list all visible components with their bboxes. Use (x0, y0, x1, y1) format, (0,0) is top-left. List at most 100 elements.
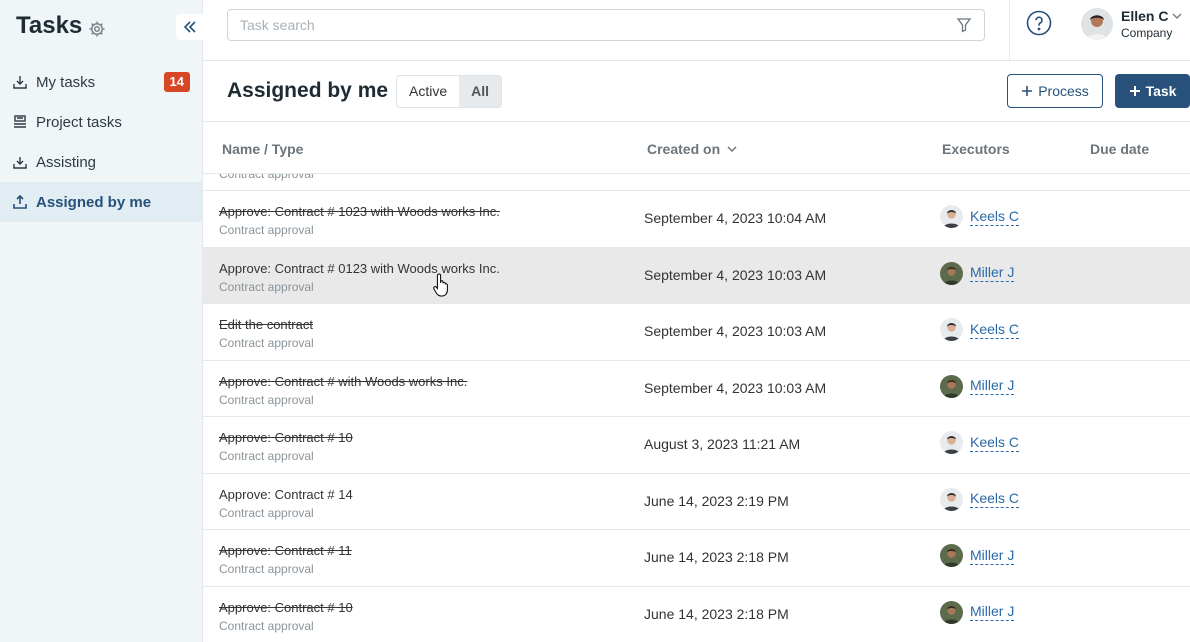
user-menu[interactable]: Ellen C Company (1081, 8, 1183, 40)
process-label: Process (1038, 83, 1089, 99)
executor: Miller J (940, 374, 1015, 398)
avatar (940, 374, 963, 398)
filter-icon[interactable] (956, 17, 972, 33)
table-row[interactable]: Approve: Contract # with Woods works Inc… (203, 361, 1190, 417)
executor: Keels C (940, 431, 1020, 454)
row-container: Approve: Contract # 1023 with Woods work… (203, 191, 1190, 642)
executor: Miller J (940, 600, 1015, 624)
created-on: June 14, 2023 2:18 PM (644, 549, 789, 565)
task-name[interactable]: Approve: Contract # 10 (219, 430, 353, 445)
task-name[interactable]: Edit the contract (219, 317, 313, 332)
page-title: Assigned by me (227, 79, 389, 102)
task-type: Contract approval (219, 392, 314, 407)
created-on: June 14, 2023 2:19 PM (644, 492, 789, 509)
executor: Keels C (940, 487, 1020, 511)
column-created-on[interactable]: Created on (647, 141, 738, 157)
column-label: Executors (942, 141, 1010, 157)
table-row[interactable]: Approve: Contract # 1023 with Woods work… (203, 191, 1190, 248)
executor-link[interactable]: Keels C (970, 490, 1020, 508)
task-type: Contract approval (219, 505, 314, 520)
sort-chevron-down-icon (727, 146, 737, 153)
sidebar-item-assisting[interactable]: Assisting (0, 142, 203, 182)
filter-active[interactable]: Active (397, 76, 459, 107)
created-on: September 4, 2023 10:03 AM (644, 379, 827, 396)
column-label: Due date (1090, 141, 1150, 157)
executor-link[interactable]: Miller J (970, 547, 1015, 565)
executor-link[interactable]: Miller J (970, 264, 1015, 282)
task-type: Contract approval (219, 562, 314, 576)
avatar (940, 261, 963, 285)
table-row-partial[interactable]: Contract approval (203, 174, 1190, 191)
chevron-down-icon (1173, 13, 1182, 19)
top-bar: Ellen C Company (203, 0, 1190, 61)
executor-link[interactable]: Miller J (970, 377, 1015, 395)
table-row[interactable]: Approve: Contract # 11 Contract approval J… (203, 530, 1190, 587)
column-due-date[interactable]: Due date (1090, 141, 1149, 157)
inbox-download-icon (12, 154, 28, 170)
app-title: Tasks (16, 12, 83, 39)
count-badge: 14 (163, 72, 190, 92)
task-name[interactable]: Approve: Contract # 0123 with Woods work… (219, 261, 500, 276)
column-label: Name / Type (222, 141, 304, 157)
collapse-sidebar-button[interactable] (176, 14, 203, 40)
gear-icon[interactable] (88, 17, 106, 37)
add-process-button[interactable]: Process (1007, 74, 1103, 108)
executor-link[interactable]: Keels C (970, 321, 1020, 339)
task-name[interactable]: Approve: Contract # with Woods works Inc… (219, 374, 467, 389)
table-row[interactable]: Approve: Contract # 10 Contract approval A… (203, 417, 1190, 474)
sidebar-item-assigned-by-me[interactable]: Assigned by me (0, 182, 203, 222)
avatar (940, 318, 963, 341)
avatar (940, 600, 963, 624)
project-stack-icon (12, 114, 28, 130)
table-header: Name / Type Created on Executors Due dat… (203, 122, 1190, 174)
avatar (1081, 8, 1113, 40)
task-type: Contract approval (219, 618, 314, 633)
executor: Keels C (940, 205, 1020, 228)
created-on: September 4, 2023 10:04 AM (644, 210, 827, 226)
executor-link[interactable]: Miller J (970, 603, 1015, 621)
task-name[interactable]: Approve: Contract # 14 (219, 487, 353, 502)
created-on: September 4, 2023 10:03 AM (644, 266, 827, 283)
table-row[interactable]: Edit the contract Contract approval Septem… (203, 304, 1190, 361)
plus-icon (1022, 86, 1033, 96)
table-body: Contract approval Approve: Contract # 10… (203, 174, 1190, 642)
task-type: Contract approval (219, 279, 314, 294)
add-task-button[interactable]: Task (1115, 74, 1190, 108)
sidebar-item-label: My tasks (36, 73, 96, 91)
user-name-row: Ellen C (1121, 8, 1183, 24)
task-name[interactable]: Approve: Contract # 1023 with Woods work… (219, 204, 500, 219)
hand-cursor-icon (433, 273, 448, 297)
sidebar-item-my-tasks[interactable]: My tasks 14 (0, 62, 203, 102)
task-name[interactable]: Approve: Contract # 10 (219, 600, 353, 615)
created-on: June 14, 2023 2:18 PM (644, 605, 789, 622)
sidebar-item-label: Assigned by me (36, 193, 152, 211)
sidebar: Tasks My tasks 14 Project tasks Assistin… (0, 0, 203, 642)
column-label: Created on (647, 141, 721, 157)
filter-all[interactable]: All (459, 76, 502, 107)
column-executors[interactable]: Executors (942, 141, 1010, 157)
avatar (940, 487, 963, 511)
help-icon[interactable] (1026, 10, 1052, 36)
avatar (940, 431, 963, 454)
page-header: Assigned by me Active All Process Task (203, 61, 1190, 122)
sidebar-item-project-tasks[interactable]: Project tasks (0, 102, 203, 142)
task-type: Contract approval (219, 174, 314, 181)
plus-icon (1129, 86, 1140, 96)
column-name-type[interactable]: Name / Type (222, 141, 303, 157)
table-row[interactable]: Approve: Contract # 14 Contract approval J… (203, 474, 1190, 530)
status-filter: Active All (396, 75, 503, 108)
table-row[interactable]: Approve: Contract # 0123 with Woods work… (203, 247, 1190, 304)
sidebar-nav: My tasks 14 Project tasks Assisting Assi… (0, 62, 203, 222)
task-type: Contract approval (219, 336, 314, 350)
app-title-wrap: Tasks (16, 12, 106, 40)
table-row[interactable]: Approve: Contract # 10 Contract approval J… (203, 587, 1190, 642)
task-type: Contract approval (219, 223, 314, 237)
search-input[interactable] (240, 17, 956, 33)
executor-link[interactable]: Keels C (970, 208, 1020, 226)
task-label: Task (1145, 83, 1177, 99)
tasks-table: Name / Type Created on Executors Due dat… (203, 122, 1190, 642)
executor-link[interactable]: Keels C (970, 434, 1020, 452)
executor: Keels C (940, 318, 1020, 341)
task-name[interactable]: Approve: Contract # 11 (219, 543, 352, 558)
search-box (227, 9, 985, 41)
